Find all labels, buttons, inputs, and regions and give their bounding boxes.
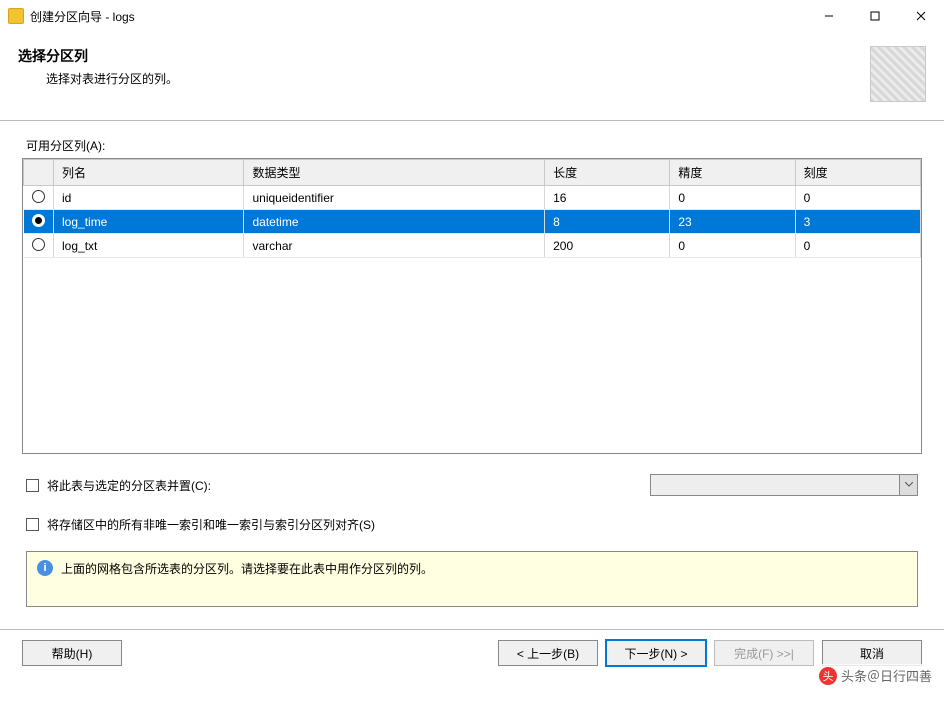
columns-grid[interactable]: 列名 数据类型 长度 精度 刻度 id uniqueidentifier 16 … <box>22 158 922 454</box>
cell-datatype: varchar <box>244 234 545 258</box>
table-row[interactable]: id uniqueidentifier 16 0 0 <box>24 186 921 210</box>
cell-name: log_time <box>54 210 244 234</box>
close-button[interactable] <box>898 1 944 31</box>
watermark: 头 头条＠日行四善 <box>815 664 936 687</box>
cell-precision: 0 <box>670 186 795 210</box>
row-radio[interactable] <box>32 238 45 251</box>
cell-precision: 0 <box>670 234 795 258</box>
collocate-label: 将此表与选定的分区表并置(C): <box>47 477 211 494</box>
info-text: 上面的网格包含所选表的分区列。请选择要在此表中用作分区列的列。 <box>61 560 433 577</box>
col-header-select[interactable] <box>24 160 54 186</box>
back-button[interactable]: < 上一步(B) <box>498 640 598 666</box>
collocate-dropdown[interactable] <box>650 474 918 496</box>
help-button[interactable]: 帮助(H) <box>22 640 122 666</box>
align-indexes-row: 将存储区中的所有非唯一索引和唯一索引与索引分区列对齐(S) <box>26 516 918 533</box>
maximize-button[interactable] <box>852 1 898 31</box>
page-subtitle: 选择对表进行分区的列。 <box>18 70 862 87</box>
cell-name: id <box>54 186 244 210</box>
col-header-length[interactable]: 长度 <box>545 160 670 186</box>
cell-length: 200 <box>545 234 670 258</box>
partition-wizard-icon <box>870 46 926 102</box>
cell-length: 16 <box>545 186 670 210</box>
cell-length: 8 <box>545 210 670 234</box>
window-title: 创建分区向导 - logs <box>30 8 135 25</box>
watermark-icon: 头 <box>819 667 837 685</box>
table-row[interactable]: log_txt varchar 200 0 0 <box>24 234 921 258</box>
cell-datatype: uniqueidentifier <box>244 186 545 210</box>
align-indexes-label: 将存储区中的所有非唯一索引和唯一索引与索引分区列对齐(S) <box>47 516 375 533</box>
watermark-text: 头条＠日行四善 <box>841 666 932 685</box>
cell-scale: 0 <box>795 234 920 258</box>
next-button[interactable]: 下一步(N) > <box>606 640 706 666</box>
info-icon: i <box>37 560 53 576</box>
collocate-row: 将此表与选定的分区表并置(C): <box>26 474 918 496</box>
window-controls <box>806 1 944 31</box>
chevron-down-icon[interactable] <box>899 475 917 495</box>
col-header-name[interactable]: 列名 <box>54 160 244 186</box>
col-header-scale[interactable]: 刻度 <box>795 160 920 186</box>
cancel-button[interactable]: 取消 <box>822 640 922 666</box>
row-radio[interactable] <box>32 214 45 227</box>
row-radio[interactable] <box>32 190 45 203</box>
cell-precision: 23 <box>670 210 795 234</box>
page-heading: 选择分区列 <box>18 46 862 66</box>
col-header-datatype[interactable]: 数据类型 <box>244 160 545 186</box>
align-indexes-checkbox[interactable] <box>26 518 39 531</box>
button-bar: 帮助(H) < 上一步(B) 下一步(N) > 完成(F) >>| 取消 <box>0 630 944 678</box>
cell-scale: 0 <box>795 186 920 210</box>
cell-scale: 3 <box>795 210 920 234</box>
finish-button: 完成(F) >>| <box>714 640 814 666</box>
wizard-header: 选择分区列 选择对表进行分区的列。 <box>0 32 944 121</box>
minimize-button[interactable] <box>806 1 852 31</box>
app-icon <box>8 8 24 24</box>
titlebar: 创建分区向导 - logs <box>0 0 944 32</box>
col-header-precision[interactable]: 精度 <box>670 160 795 186</box>
collocate-checkbox[interactable] <box>26 479 39 492</box>
available-columns-label: 可用分区列(A): <box>26 137 922 154</box>
cell-name: log_txt <box>54 234 244 258</box>
cell-datatype: datetime <box>244 210 545 234</box>
info-box: i 上面的网格包含所选表的分区列。请选择要在此表中用作分区列的列。 <box>26 551 918 607</box>
body-area: 可用分区列(A): 列名 数据类型 长度 精度 刻度 id uniqueiden… <box>0 121 944 611</box>
table-row[interactable]: log_time datetime 8 23 3 <box>24 210 921 234</box>
